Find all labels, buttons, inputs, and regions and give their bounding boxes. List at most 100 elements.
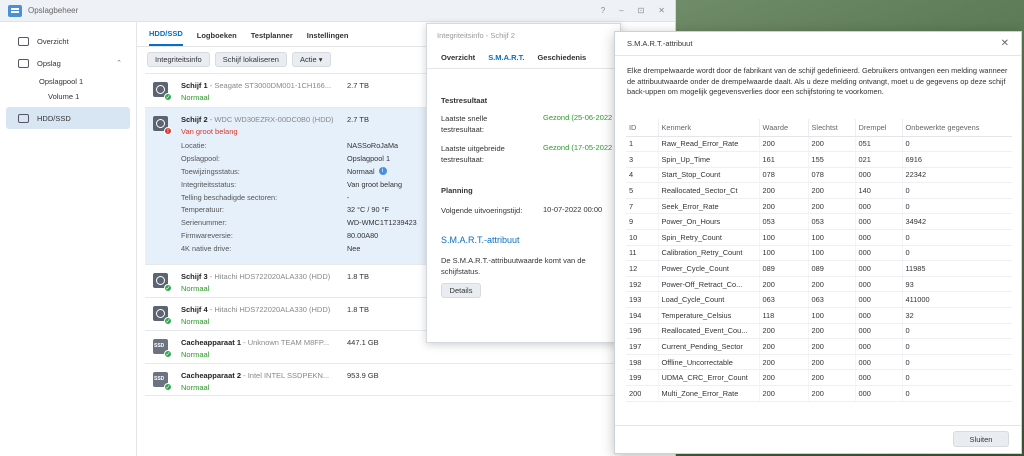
table-row[interactable]: 3 Spin_Up_Time 161 155 021 6916 bbox=[626, 151, 1012, 168]
sidebar-item-storage[interactable]: Opslag ⌃ bbox=[6, 52, 130, 74]
table-cell: 078 bbox=[808, 167, 856, 184]
table-cell: 000 bbox=[855, 369, 903, 386]
close-icon[interactable]: ✕ bbox=[658, 6, 665, 15]
sidebar-item-volume-1[interactable]: Volume 1 bbox=[6, 89, 130, 104]
table-cell: Spin_Up_Time bbox=[658, 151, 760, 168]
table-row[interactable]: 12 Power_Cycle_Count 089 089 000 11985 bbox=[626, 260, 1012, 277]
extended-test-value: Gezond (17-05-2022 bbox=[543, 143, 613, 152]
sidebar-item-overview[interactable]: Overzicht bbox=[6, 30, 130, 52]
table-row[interactable]: 10 Spin_Retry_Count 100 100 000 0 bbox=[626, 229, 1012, 246]
locate-disk-button[interactable]: Schijf lokaliseren bbox=[214, 51, 287, 67]
table-cell: 051 bbox=[855, 136, 903, 153]
maximize-icon[interactable]: ⊡ bbox=[638, 6, 645, 15]
integrity-panel-title: Integriteitsinfo - Schijf 2 bbox=[437, 30, 515, 40]
tab-hdd-ssd[interactable]: HDD/SSD bbox=[149, 29, 183, 46]
quick-test-label: Laatste snelle testresultaat: bbox=[441, 114, 488, 134]
column-header[interactable]: ID bbox=[626, 119, 659, 137]
table-row[interactable]: 1 Raw_Read_Error_Rate 200 200 051 0 bbox=[626, 136, 1012, 153]
column-header[interactable]: Drempel bbox=[855, 119, 903, 137]
tab-logs[interactable]: Logboeken bbox=[197, 31, 237, 46]
table-cell: 93 bbox=[902, 276, 1012, 293]
disk-status: Normaal bbox=[181, 284, 210, 293]
tab-test-planner[interactable]: Testplanner bbox=[251, 31, 293, 46]
table-cell: 053 bbox=[759, 213, 809, 231]
integrity-info-panel: Integriteitsinfo - Schijf 2 Overzicht S.… bbox=[426, 23, 621, 343]
tab-settings[interactable]: Instellingen bbox=[307, 31, 349, 46]
table-cell: 200 bbox=[759, 276, 809, 293]
tab-history[interactable]: Geschiedenis bbox=[537, 53, 586, 62]
table-row[interactable]: 192 Power-Off_Retract_Co... 200 200 000 93 bbox=[626, 276, 1012, 293]
table-cell: 000 bbox=[855, 276, 903, 293]
action-dropdown[interactable]: Actie ▾ bbox=[291, 51, 331, 67]
table-cell: 0 bbox=[902, 354, 1012, 371]
table-cell: 411000 bbox=[902, 291, 1012, 309]
column-header[interactable]: Slechtst bbox=[808, 119, 856, 137]
table-row[interactable]: 11 Calibration_Retry_Count 100 100 000 0 bbox=[626, 245, 1012, 262]
table-cell: 6916 bbox=[902, 151, 1012, 168]
table-cell: Calibration_Retry_Count bbox=[658, 245, 760, 262]
table-row[interactable]: 200 Multi_Zone_Error_Rate 200 200 000 0 bbox=[626, 385, 1012, 402]
table-row[interactable]: 4 Start_Stop_Count 078 078 000 22342 bbox=[626, 167, 1012, 184]
table-cell: 155 bbox=[808, 151, 856, 168]
table-cell: 161 bbox=[759, 151, 809, 168]
ok-check-icon: ✓ bbox=[164, 350, 172, 358]
table-cell: 11985 bbox=[902, 260, 1012, 277]
minimize-icon[interactable]: – bbox=[619, 6, 623, 15]
column-header[interactable]: Onbewerkte gegevens bbox=[902, 119, 1012, 137]
sidebar-item-storage-pool-1[interactable]: Opslagpool 1 bbox=[6, 74, 130, 89]
close-icon[interactable]: ✕ bbox=[1001, 38, 1009, 49]
table-cell: 0 bbox=[902, 229, 1012, 246]
table-cell: 9 bbox=[626, 213, 659, 231]
table-cell: 0 bbox=[902, 323, 1012, 340]
table-cell: 000 bbox=[855, 198, 903, 215]
details-button[interactable]: Details bbox=[441, 283, 481, 298]
table-row[interactable]: 7 Seek_Error_Rate 200 200 000 0 bbox=[626, 198, 1012, 215]
smart-attribute-link[interactable]: S.M.A.R.T.-attribuut bbox=[441, 235, 520, 246]
table-cell: 200 bbox=[759, 198, 809, 215]
table-row[interactable]: 194 Temperature_Celsius 118 100 000 32 bbox=[626, 307, 1012, 324]
close-button[interactable]: Sluiten bbox=[953, 431, 1009, 447]
smart-attribute-dialog: S.M.A.R.T.-attribuut ✕ Elke drempelwaard… bbox=[614, 31, 1022, 454]
table-header-row: ID Kenmerk Waarde Slechtst Drempel Onbew… bbox=[626, 119, 1012, 137]
table-cell: 063 bbox=[759, 291, 809, 309]
table-cell: 000 bbox=[855, 245, 903, 262]
table-cell: 1 bbox=[626, 136, 659, 153]
table-cell: Power_Cycle_Count bbox=[658, 260, 760, 277]
cache-row-2[interactable]: SSD ✓ Cacheapparaat 2 - Intel INTEL SSDPE… bbox=[145, 363, 676, 396]
help-icon[interactable]: ? bbox=[601, 6, 605, 15]
table-cell: 197 bbox=[626, 338, 659, 355]
table-row[interactable]: 196 Reallocated_Event_Cou... 200 200 000 0 bbox=[626, 323, 1012, 340]
hdd-icon bbox=[18, 113, 29, 123]
extended-test-label: Laatste uitgebreide testresultaat: bbox=[441, 144, 505, 164]
table-cell: 078 bbox=[759, 167, 809, 184]
table-cell: 10 bbox=[626, 229, 659, 246]
column-header[interactable]: Kenmerk bbox=[658, 119, 760, 137]
smart-table: ID Kenmerk Waarde Slechtst Drempel Onbew… bbox=[626, 119, 1012, 402]
next-run-label: Volgende uitvoeringstijd: bbox=[441, 206, 523, 215]
table-row[interactable]: 9 Power_On_Hours 053 053 000 34942 bbox=[626, 213, 1012, 231]
integrity-info-button[interactable]: Integriteitsinfo bbox=[147, 51, 210, 67]
planning-heading: Planning bbox=[441, 186, 473, 195]
table-row[interactable]: 197 Current_Pending_Sector 200 200 000 0 bbox=[626, 338, 1012, 355]
info-icon[interactable]: i bbox=[378, 166, 387, 175]
column-header[interactable]: Waarde bbox=[759, 119, 809, 137]
table-cell: 000 bbox=[855, 323, 903, 340]
chevron-up-icon[interactable]: ⌃ bbox=[116, 59, 122, 67]
table-row[interactable]: 5 Reallocated_Sector_Ct 200 200 140 0 bbox=[626, 182, 1012, 199]
table-cell: 200 bbox=[759, 136, 809, 153]
dialog-description: Elke drempelwaarde wordt door de fabrika… bbox=[627, 66, 1008, 97]
table-row[interactable]: 193 Load_Cycle_Count 063 063 000 411000 bbox=[626, 291, 1012, 309]
table-row[interactable]: 199 UDMA_CRC_Error_Count 200 200 000 0 bbox=[626, 369, 1012, 386]
tab-smart[interactable]: S.M.A.R.T. bbox=[488, 53, 524, 62]
smart-description: De S.M.A.R.T.-attribuutwaarde komt van d… bbox=[441, 256, 586, 276]
table-cell: Seek_Error_Rate bbox=[658, 198, 760, 215]
test-result-heading: Testresultaat bbox=[441, 96, 488, 105]
quick-test-value: Gezond (25-06-2022 bbox=[543, 113, 613, 122]
table-cell: 22342 bbox=[902, 167, 1012, 184]
tab-overview[interactable]: Overzicht bbox=[441, 53, 475, 62]
sidebar-item-hdd-ssd[interactable]: HDD/SSD bbox=[6, 107, 130, 129]
table-cell: Spin_Retry_Count bbox=[658, 229, 760, 246]
table-cell: 200 bbox=[759, 369, 809, 386]
disk-status: Normaal bbox=[181, 317, 210, 326]
table-row[interactable]: 198 Offline_Uncorrectable 200 200 000 0 bbox=[626, 354, 1012, 371]
